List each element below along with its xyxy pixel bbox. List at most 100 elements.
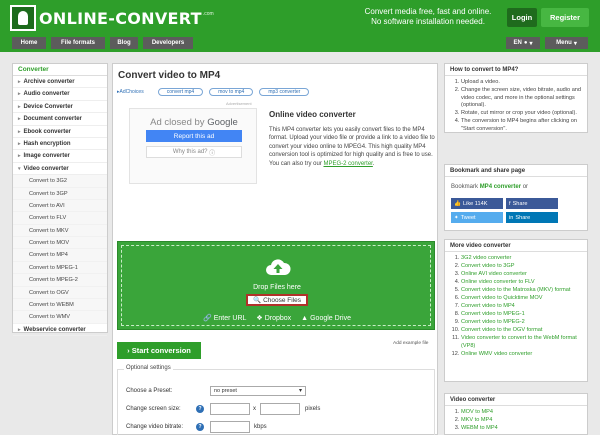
converter-link[interactable]: Convert video to 3GP bbox=[461, 263, 582, 271]
nav-developers[interactable]: Developers bbox=[143, 37, 193, 49]
times-symbol: x bbox=[253, 406, 256, 412]
nav-blog[interactable]: Blog bbox=[110, 37, 138, 49]
ad-keyword-pill[interactable]: convert mp4 bbox=[157, 88, 204, 96]
drop-files-text: Drop Files here bbox=[253, 284, 301, 291]
ad-closed-prefix: Ad closed by bbox=[150, 117, 208, 128]
bookmark-suffix: or bbox=[521, 184, 529, 190]
converter-link[interactable]: MOV to MP4 bbox=[461, 409, 582, 417]
site-header: ONLINE-CONVERT .com Convert media free, … bbox=[0, 0, 600, 35]
sidebar-item-audio[interactable]: ▸ Audio converter bbox=[13, 88, 107, 101]
facebook-like-button[interactable]: 👍 Like 114K bbox=[451, 198, 503, 209]
why-this-ad-label: Why this ad? bbox=[172, 149, 208, 155]
bookmark-link[interactable]: MP4 converter bbox=[480, 184, 521, 190]
sidebar-item-document[interactable]: ▸ Document converter bbox=[13, 113, 107, 126]
sidebar-subitem-mov[interactable]: Convert to MOV bbox=[13, 237, 107, 250]
sidebar-item-image[interactable]: ▸ Image converter bbox=[13, 150, 107, 163]
sidebar-subitem-avi[interactable]: Convert to AVI bbox=[13, 199, 107, 213]
sidebar-item-label: Video converter bbox=[23, 165, 69, 172]
converter-link[interactable]: Convert video to MPEG-1 bbox=[461, 311, 582, 319]
choose-files-button[interactable]: 🔍 Choose Files bbox=[246, 294, 308, 306]
sidebar-item-webservice[interactable]: ▸ Webservice converter bbox=[13, 324, 107, 337]
facebook-share-button[interactable]: f Share bbox=[506, 198, 558, 209]
bitrate-label: Change video bitrate: bbox=[126, 424, 184, 430]
sidebar-subitem-webm[interactable]: Convert to WEBM bbox=[13, 299, 107, 312]
mpeg2-converter-link[interactable]: MPEG-2 converter bbox=[323, 161, 372, 167]
caret-down-icon: ▾ bbox=[18, 165, 21, 172]
sidebar-subitem-mpeg1[interactable]: Convert to MPEG-1 bbox=[13, 261, 107, 275]
nav-file-formats[interactable]: File formats bbox=[51, 37, 105, 49]
converter-description: This MP4 converter lets you easily conve… bbox=[269, 126, 435, 168]
optional-settings: Optional settings Choose a Preset: no pr… bbox=[117, 365, 435, 435]
dropbox-button[interactable]: ❖ Dropbox bbox=[256, 314, 292, 323]
adchoices-label[interactable]: AdChoices bbox=[120, 89, 144, 95]
converter-link[interactable]: MKV to MP4 bbox=[461, 417, 582, 425]
why-this-ad-button[interactable]: Why this ad? ⓘ bbox=[146, 146, 242, 158]
google-drive-icon: ▲ bbox=[301, 314, 309, 322]
preset-select[interactable]: no preset bbox=[210, 386, 306, 396]
enter-url-button[interactable]: 🔗 Enter URL bbox=[203, 314, 246, 323]
sidebar-item-ebook[interactable]: ▸ Ebook converter bbox=[13, 126, 107, 138]
sidebar-item-archive[interactable]: ▸ Archive converter bbox=[13, 76, 107, 89]
ad-closed-text: Ad closed by Google bbox=[130, 117, 258, 128]
sidebar-subitem-3gp[interactable]: Convert to 3GP bbox=[13, 187, 107, 200]
sidebar-subitem-mp4[interactable]: Convert to MP4 bbox=[13, 249, 107, 262]
tweet-button[interactable]: ✦ Tweet bbox=[451, 212, 503, 223]
bitrate-input[interactable] bbox=[210, 421, 250, 433]
menu-label: Menu bbox=[556, 40, 572, 46]
sidebar-item-label: Ebook converter bbox=[23, 128, 71, 135]
sidebar-item-label: Image converter bbox=[23, 153, 70, 160]
register-button[interactable]: Register bbox=[541, 8, 589, 27]
caret-right-icon: ▸ bbox=[18, 128, 21, 135]
converter-link[interactable]: Convert video to the Matroska (MKV) form… bbox=[461, 287, 582, 295]
login-button[interactable]: Login bbox=[507, 8, 537, 27]
sidebar-subitem-flv[interactable]: Convert to FLV bbox=[13, 212, 107, 225]
converter-link[interactable]: Online AVI video converter bbox=[461, 271, 582, 279]
upload-sources: 🔗 Enter URL ❖ Dropbox ▲ Google Drive bbox=[122, 314, 432, 323]
ad-closed-box: Ad closed by Google Report this ad Why t… bbox=[129, 108, 257, 184]
site-logo[interactable]: ONLINE-CONVERT .com bbox=[10, 5, 214, 31]
sidebar-item-hash[interactable]: ▸ Hash encryption bbox=[13, 138, 107, 151]
share-label: Share bbox=[512, 200, 528, 207]
sidebar-item-video[interactable]: ▾ Video converter bbox=[13, 163, 107, 176]
nav-home[interactable]: Home bbox=[12, 37, 46, 49]
menu-button[interactable]: Menu ▾ bbox=[545, 37, 588, 49]
converter-link[interactable]: Video converter to convert to the WebM f… bbox=[461, 335, 582, 350]
start-conversion-button[interactable]: › Start conversion bbox=[117, 342, 201, 359]
logo-suffix: .com bbox=[202, 11, 214, 17]
screen-height-input[interactable] bbox=[260, 403, 300, 415]
dropbox-label: Dropbox bbox=[264, 314, 292, 322]
converter-link[interactable]: 3G2 video converter bbox=[461, 255, 582, 263]
converter-link[interactable]: Convert video to Quicktime MOV bbox=[461, 295, 582, 303]
optional-settings-legend: Optional settings bbox=[124, 365, 173, 371]
converter-link[interactable]: Online WMV video converter bbox=[461, 351, 582, 359]
sidebar-subitem-wmv[interactable]: Convert to WMV bbox=[13, 311, 107, 324]
sidebar-subitem-ogv[interactable]: Convert to OGV bbox=[13, 286, 107, 300]
file-drop-zone[interactable]: Drop Files here 🔍 Choose Files 🔗 Enter UR… bbox=[117, 241, 435, 330]
screen-size-label: Change screen size: bbox=[126, 406, 181, 412]
converter-link[interactable]: Online video converter to FLV bbox=[461, 279, 582, 287]
help-icon[interactable]: ? bbox=[196, 423, 204, 431]
add-example-file-link[interactable]: Add example file bbox=[393, 341, 428, 346]
converter-link[interactable]: Convert video to the OGV format bbox=[461, 327, 582, 335]
twitter-icon: ✦ bbox=[454, 214, 459, 221]
screen-width-input[interactable] bbox=[210, 403, 250, 415]
globe-icon: ● bbox=[523, 40, 528, 46]
help-icon[interactable]: ? bbox=[196, 405, 204, 413]
converter-link[interactable]: WEBM to MP4 bbox=[461, 425, 582, 433]
google-brand: Google bbox=[207, 117, 238, 128]
converter-link[interactable]: Convert video to MPEG-2 bbox=[461, 319, 582, 327]
converter-link[interactable]: Convert video to MP4 bbox=[461, 303, 582, 311]
google-drive-button[interactable]: ▲ Google Drive bbox=[301, 314, 351, 322]
sidebar-subitem-3g2[interactable]: Convert to 3G2 bbox=[13, 175, 107, 188]
ad-keyword-pill[interactable]: mp3 converter bbox=[259, 88, 310, 96]
ad-keyword-bar: ▸ AdChoices convert mp4 mov to mp4 mp3 c… bbox=[117, 87, 435, 97]
sidebar-subitem-mpeg2[interactable]: Convert to MPEG-2 bbox=[13, 274, 107, 287]
linkedin-share-button[interactable]: in Share bbox=[506, 212, 558, 223]
language-selector[interactable]: EN ● ▾ bbox=[506, 37, 540, 49]
advertisement-label: Advertisement bbox=[226, 101, 252, 106]
report-ad-button[interactable]: Report this ad bbox=[146, 130, 242, 142]
ad-keyword-pill[interactable]: mov to mp4 bbox=[209, 88, 254, 96]
sidebar-subitem-mkv[interactable]: Convert to MKV bbox=[13, 224, 107, 238]
sidebar-item-device[interactable]: ▸ Device Converter bbox=[13, 101, 107, 114]
like-label: Like 114K bbox=[462, 200, 488, 207]
